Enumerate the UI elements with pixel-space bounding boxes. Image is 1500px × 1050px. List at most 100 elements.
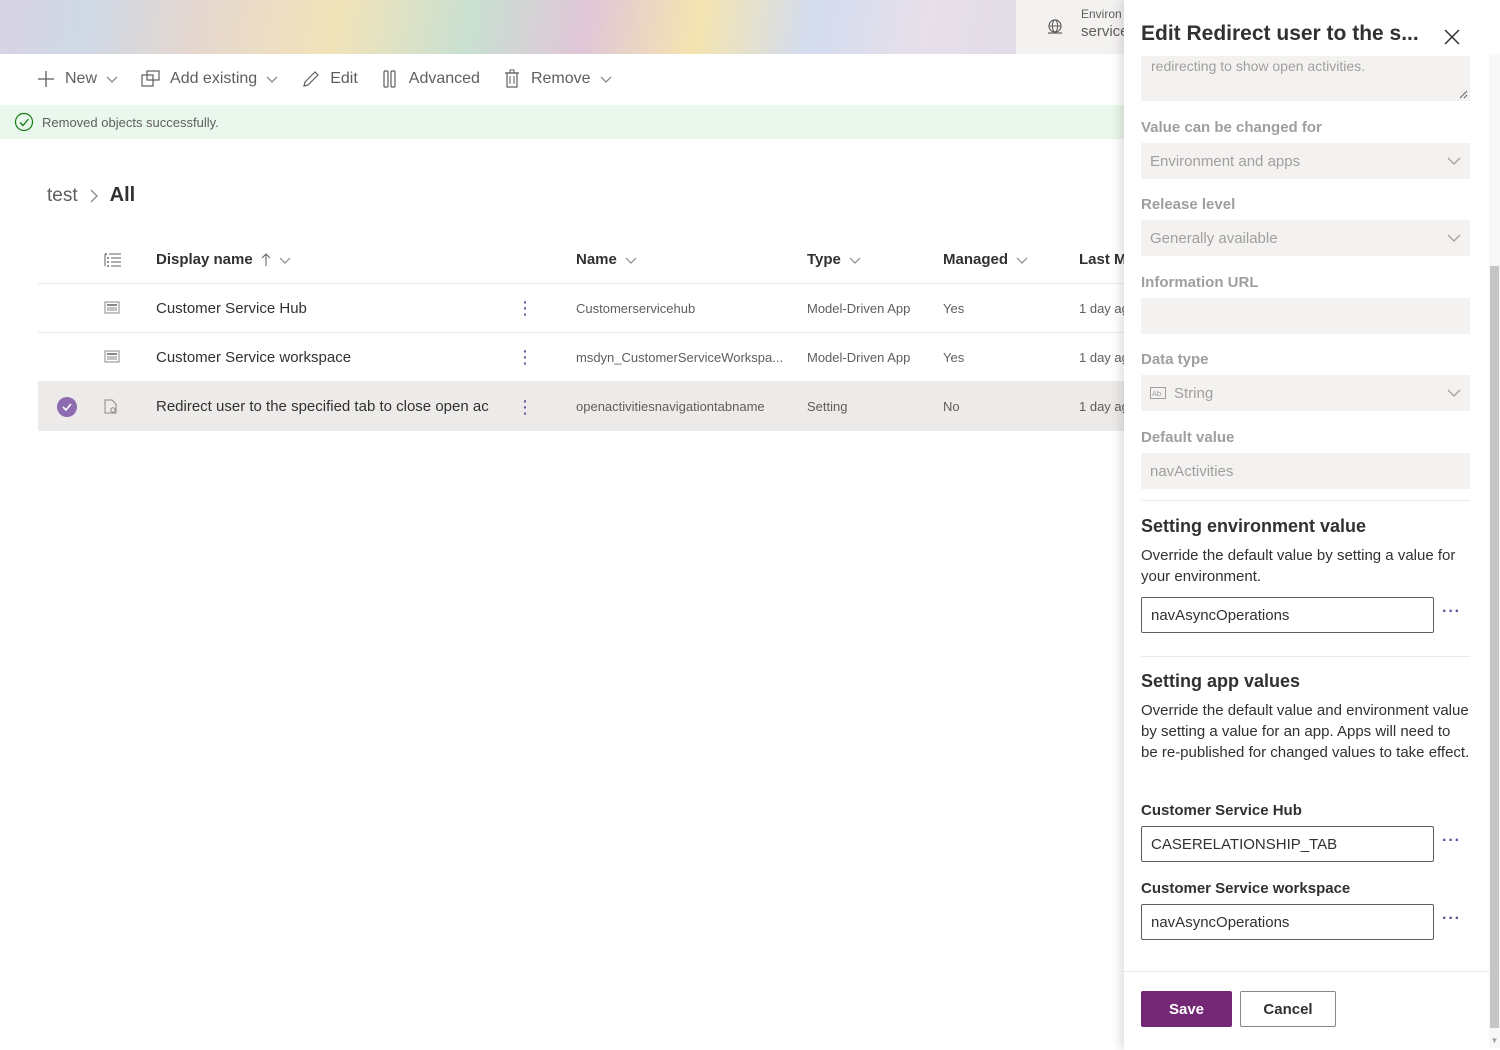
environment-label: Environ (1081, 7, 1122, 21)
chevron-down-icon[interactable] (625, 254, 637, 266)
environment-value-input[interactable]: navAsyncOperations (1141, 597, 1434, 633)
row-type: Model-Driven App (807, 349, 911, 365)
success-message-bar: Removed objects successfully. (0, 105, 1124, 139)
globe-icon (1048, 19, 1062, 34)
close-icon[interactable] (1442, 27, 1462, 47)
chevron-down-icon[interactable] (849, 254, 861, 266)
objects-grid: Display name Name Type Managed Last M Cu… (38, 236, 1124, 431)
edit-setting-panel: Edit Redirect user to the s... ▼ redirec… (1124, 0, 1500, 1050)
information-url-field[interactable] (1141, 298, 1470, 334)
save-button[interactable]: Save (1141, 991, 1232, 1027)
row-last-modified: 1 day ago (1079, 300, 1124, 316)
breadcrumb: test All (47, 184, 135, 207)
information-url-label: Information URL (1141, 274, 1259, 291)
more-options-icon[interactable]: ··· (1442, 910, 1461, 928)
release-level-dropdown[interactable]: Generally available (1141, 220, 1470, 256)
app-value-text: CASERELATIONSHIP_TAB (1151, 835, 1338, 853)
chevron-down-icon[interactable] (1016, 254, 1028, 266)
list-view-icon[interactable] (96, 252, 156, 268)
column-managed-label: Managed (943, 251, 1009, 268)
data-type-dropdown[interactable]: Ab String (1141, 375, 1470, 411)
remove-label: Remove (530, 70, 591, 87)
app-value-text: navAsyncOperations (1151, 913, 1290, 931)
more-options-icon[interactable]: ··· (1442, 603, 1461, 621)
chevron-down-icon (1447, 157, 1461, 165)
command-bar: New Add existing Edit Advanced Remove (0, 56, 1124, 102)
table-row[interactable]: Customer Service workspace ⋮ msdyn_Custo… (38, 333, 1124, 382)
column-header-last-modified[interactable]: Last M (1079, 251, 1124, 268)
breadcrumb-current: All (109, 184, 136, 206)
cancel-button[interactable]: Cancel (1240, 991, 1336, 1027)
value-changed-for-dropdown[interactable]: Environment and apps (1141, 143, 1470, 179)
release-level-value: Generally available (1150, 229, 1278, 247)
setting-icon (96, 399, 156, 415)
more-options-icon[interactable]: ··· (1442, 832, 1461, 850)
table-row-selected[interactable]: Redirect user to the specified tab to cl… (38, 382, 1124, 431)
row-display-name[interactable]: Redirect user to the specified tab to cl… (156, 398, 506, 415)
table-row[interactable]: Customer Service Hub ⋮ Customerservicehu… (38, 284, 1124, 333)
pencil-icon (301, 69, 321, 89)
description-text: redirecting to show open activities. (1151, 58, 1365, 74)
column-header-display-name[interactable]: Display name (156, 251, 516, 268)
row-checkbox-checked[interactable] (38, 396, 96, 417)
column-header-managed[interactable]: Managed (943, 251, 1079, 268)
description-textarea[interactable]: redirecting to show open activities. (1141, 56, 1470, 101)
row-managed: Yes (943, 300, 965, 316)
default-value-field[interactable]: navActivities (1141, 453, 1470, 489)
customer-service-hub-input[interactable]: CASERELATIONSHIP_TAB (1141, 826, 1434, 862)
chevron-down-icon[interactable] (279, 254, 291, 266)
scroll-down-arrow[interactable]: ▼ (1490, 1036, 1499, 1046)
env-section-description: Override the default value by setting a … (1141, 547, 1456, 585)
app-section-title: Setting app values (1141, 671, 1301, 691)
value-changed-for-label: Value can be changed for (1141, 119, 1322, 136)
row-display-name[interactable]: Customer Service workspace (156, 349, 506, 366)
app-section-description: Override the default value and environme… (1141, 702, 1470, 761)
release-level-label: Release level (1141, 196, 1236, 213)
checkmark-icon (57, 396, 77, 417)
new-label: New (65, 70, 98, 87)
row-name: openactivitiesnavigationtabname (576, 399, 765, 414)
add-existing-label: Add existing (170, 70, 258, 87)
data-type-value: String (1174, 384, 1214, 402)
add-existing-button[interactable]: Add existing (141, 69, 279, 89)
row-last-modified: 1 day ago (1079, 399, 1124, 414)
chevron-down-icon[interactable] (599, 72, 613, 86)
row-last-modified: 1 day ago (1079, 349, 1124, 365)
advanced-button[interactable]: Advanced (380, 69, 480, 89)
app-icon (96, 350, 156, 364)
edit-button[interactable]: Edit (301, 69, 358, 89)
chevron-down-icon[interactable] (105, 72, 119, 86)
more-options-icon[interactable]: ⋮ (516, 348, 576, 366)
app-value-label: Customer Service workspace (1141, 880, 1351, 897)
add-existing-icon (141, 69, 161, 89)
row-managed: No (943, 399, 960, 414)
panel-scrollbar-thumb[interactable] (1490, 266, 1499, 1028)
default-value-label: Default value (1141, 429, 1235, 446)
row-type: Setting (807, 399, 848, 414)
row-managed: Yes (943, 349, 965, 365)
svg-text:Ab: Ab (1152, 390, 1162, 398)
new-button[interactable]: New (36, 69, 119, 89)
sort-ascending-icon (261, 252, 271, 267)
column-header-name[interactable]: Name (576, 251, 807, 268)
column-name-label: Name (576, 251, 617, 268)
remove-button[interactable]: Remove (502, 69, 613, 89)
column-type-label: Type (807, 251, 841, 268)
advanced-label: Advanced (408, 70, 480, 87)
more-options-icon[interactable]: ⋮ (516, 299, 576, 317)
chevron-down-icon (1447, 234, 1461, 242)
breadcrumb-parent[interactable]: test (47, 185, 78, 207)
section-divider (1141, 656, 1470, 657)
row-display-name[interactable]: Customer Service Hub (156, 300, 506, 317)
default-value-text: navActivities (1150, 462, 1234, 480)
environment-value-text: navAsyncOperations (1151, 606, 1290, 624)
text-string-icon: Ab (1150, 387, 1166, 399)
edit-label: Edit (330, 70, 358, 87)
column-header-type[interactable]: Type (807, 251, 943, 268)
resize-grip-icon[interactable] (1459, 90, 1468, 99)
environment-name[interactable]: service (1081, 23, 1129, 40)
customer-service-workspace-input[interactable]: navAsyncOperations (1141, 904, 1434, 940)
column-last-modified-label: Last M (1079, 251, 1124, 268)
chevron-down-icon[interactable] (265, 72, 279, 86)
more-options-icon[interactable]: ⋮ (516, 398, 576, 416)
